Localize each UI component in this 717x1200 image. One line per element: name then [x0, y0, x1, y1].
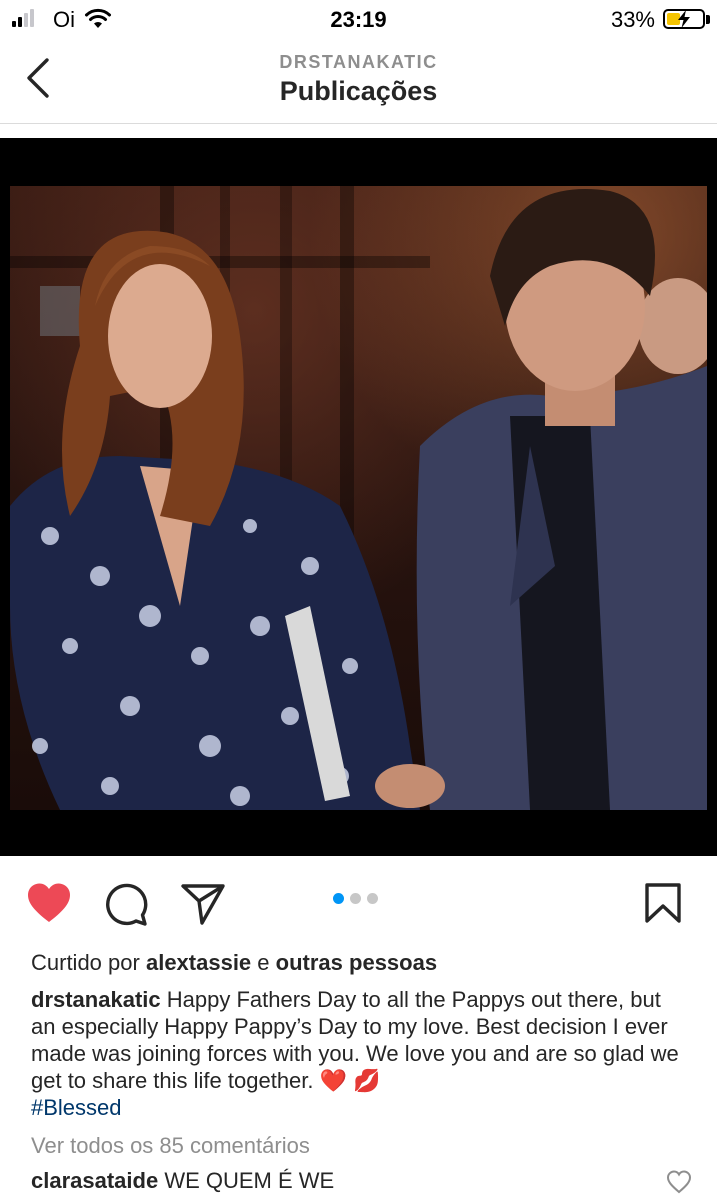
carousel-dot: [333, 893, 344, 904]
post-caption: drstanakatic Happy Fathers Day to all th…: [31, 986, 691, 1121]
comment-icon: [106, 883, 148, 926]
likes-prefix: Curtido por: [31, 950, 140, 975]
battery-cap: [706, 15, 710, 24]
carousel-dot: [367, 893, 378, 904]
share-button[interactable]: [180, 882, 226, 931]
like-button[interactable]: [26, 882, 72, 929]
nav-header: DRSTANAKATIC Publicações: [0, 40, 717, 124]
post-image[interactable]: [0, 138, 717, 856]
status-time: 23:19: [330, 7, 387, 32]
battery-percentage: 33%: [610, 7, 655, 32]
caption-hashtag[interactable]: #Blessed: [31, 1095, 122, 1120]
charging-bolt-icon: [678, 10, 690, 28]
liked-by-user[interactable]: alextassie: [146, 950, 251, 975]
paper-plane-icon: [181, 884, 225, 925]
likes-connector: e: [257, 950, 270, 975]
header-username: DRSTANAKATIC: [279, 52, 438, 72]
comment-preview: clarasataide WE QUEM É WE: [31, 1168, 334, 1194]
page-title: Publicações: [279, 76, 438, 106]
likes-summary[interactable]: Curtido por alextassie e outras pessoas: [31, 950, 437, 976]
comment-like-button[interactable]: [666, 1170, 692, 1199]
status-bar: Oi 23:19 33%: [0, 0, 717, 40]
photo-content: [10, 186, 707, 810]
comment-text: WE QUEM É WE: [164, 1168, 335, 1193]
heart-outline-icon: [666, 1170, 692, 1194]
carousel-indicator: [333, 893, 378, 904]
view-all-comments-link[interactable]: Ver todos os 85 comentários: [31, 1133, 310, 1159]
battery-icon: [663, 9, 705, 29]
heart-icon: [28, 883, 70, 922]
carousel-dot: [350, 893, 361, 904]
comment-author[interactable]: clarasataide: [31, 1168, 158, 1193]
liked-by-others[interactable]: outras pessoas: [276, 950, 437, 975]
bookmark-icon: [645, 883, 681, 923]
caption-author[interactable]: drstanakatic: [31, 987, 161, 1012]
photo-illustration: [10, 186, 707, 810]
comment-button[interactable]: [104, 882, 150, 931]
save-button[interactable]: [644, 882, 682, 929]
